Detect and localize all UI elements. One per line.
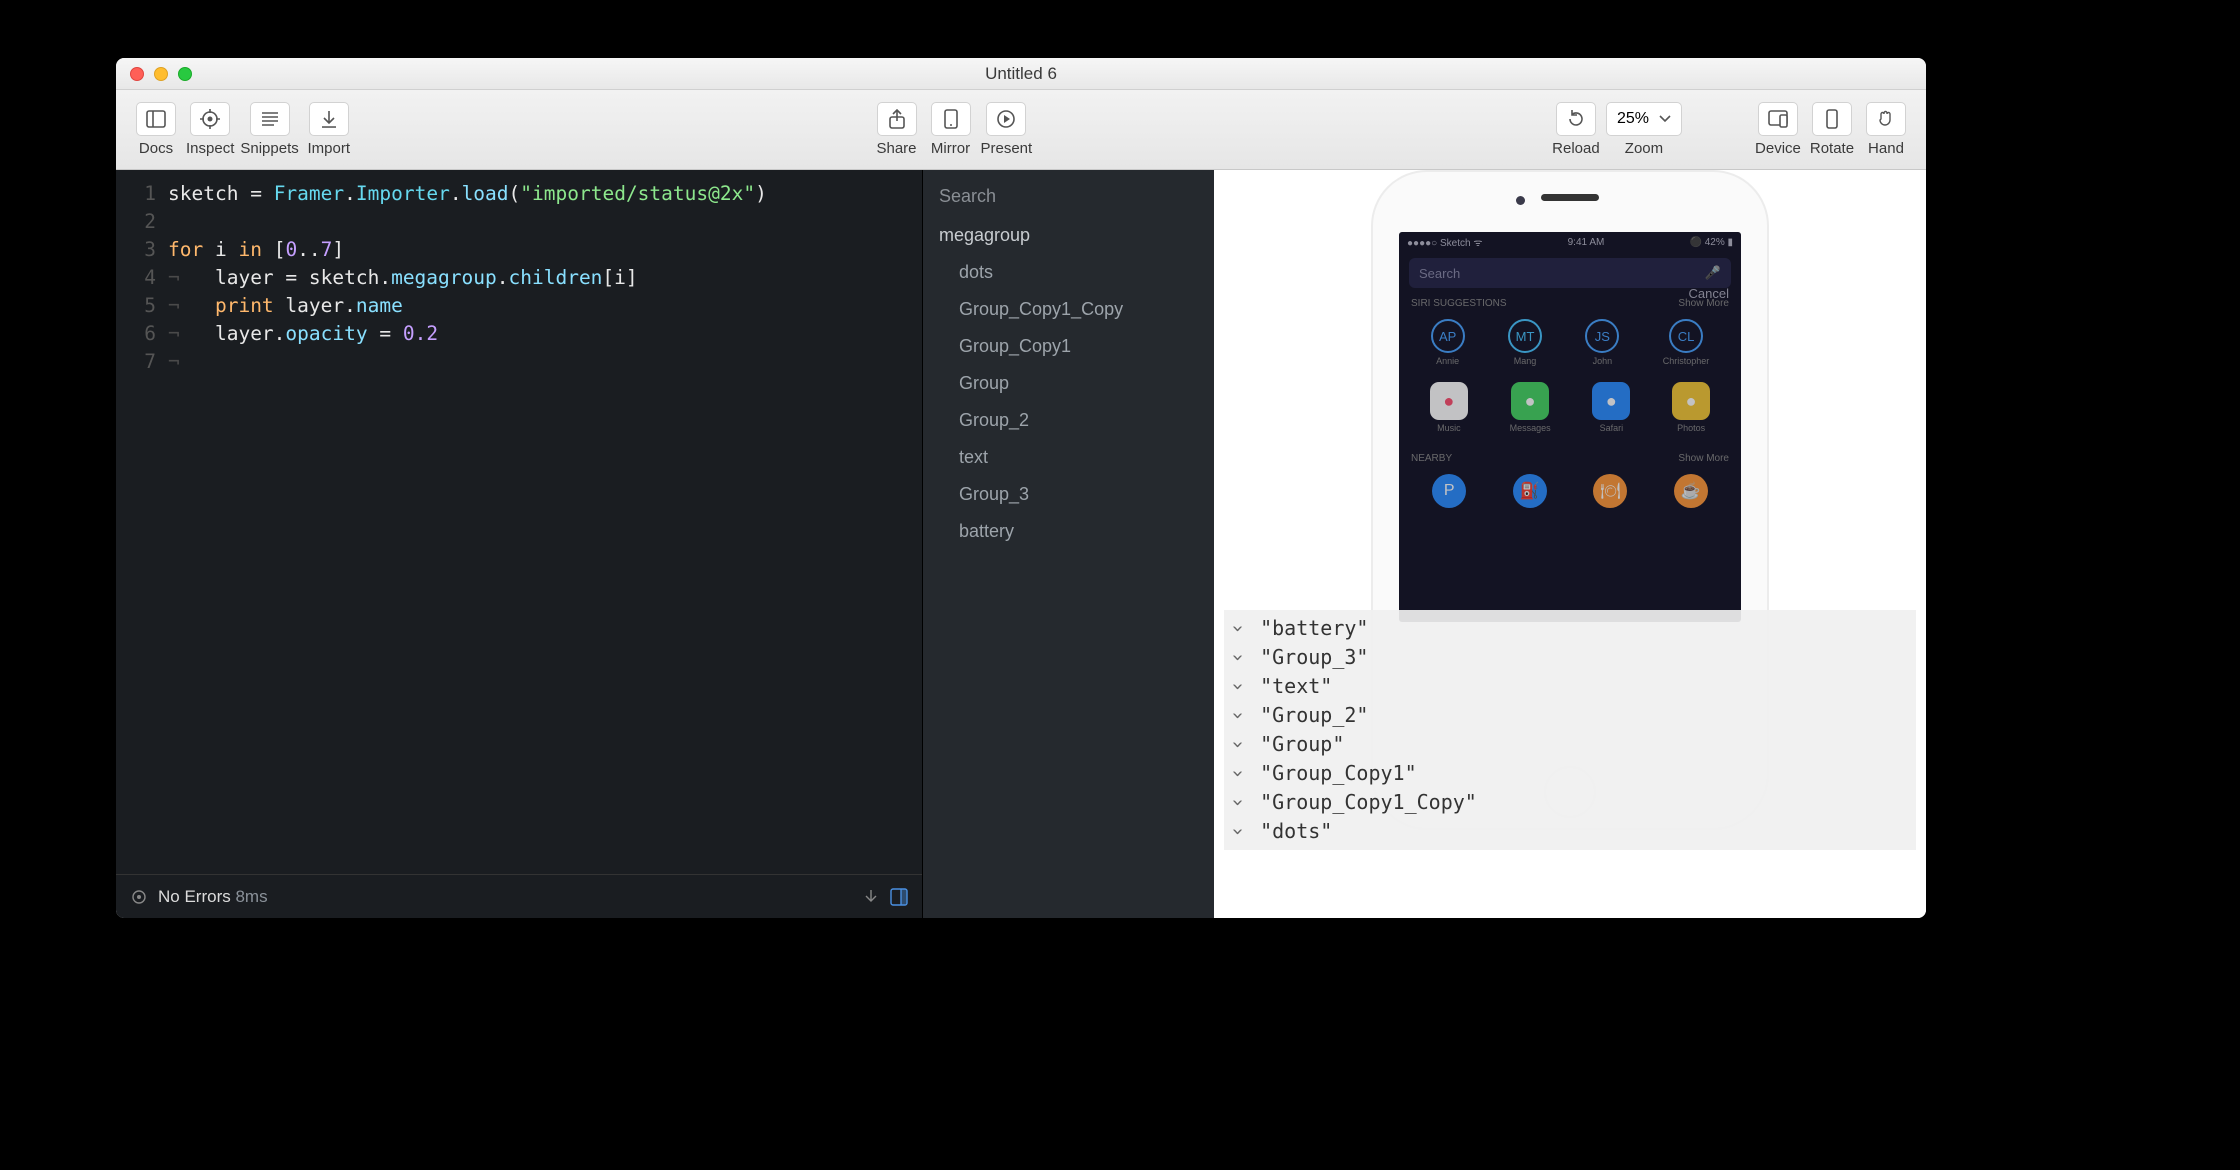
layer-panel: Search megagroup dots Group_Copy1_Copy G… [922, 170, 1214, 918]
titlebar: Untitled 6 [116, 58, 1926, 90]
snippets-button[interactable]: Snippets [240, 102, 298, 157]
console-line: › "Group_3" [1232, 643, 1908, 672]
dim-overlay [1399, 232, 1741, 622]
code-editor[interactable]: 1 2 3 4 5 6 7 sketch = Framer.Importer.l… [116, 170, 922, 918]
layer-search[interactable]: Search [923, 176, 1214, 217]
reload-icon [1566, 109, 1586, 129]
layer-item[interactable]: Group_Copy1 [923, 328, 1214, 365]
toolbar-left: Docs Inspect Snippets Import [132, 102, 353, 157]
device-icon [1768, 110, 1788, 128]
layer-item[interactable]: battery [923, 513, 1214, 550]
present-icon [996, 109, 1016, 129]
toolbar-center: Share Mirror Present [873, 102, 1033, 157]
chevron-down-icon [1659, 115, 1671, 123]
reload-button[interactable]: Reload [1552, 102, 1600, 157]
content: 1 2 3 4 5 6 7 sketch = Framer.Importer.l… [116, 170, 1926, 918]
console-line: › "Group_Copy1" [1232, 759, 1908, 788]
layer-item[interactable]: text [923, 439, 1214, 476]
docs-icon [146, 110, 166, 128]
phone-speaker [1541, 194, 1599, 201]
present-button[interactable]: Present [981, 102, 1033, 157]
layer-item[interactable]: Group_2 [923, 402, 1214, 439]
share-icon [888, 109, 906, 129]
code-lines[interactable]: sketch = Framer.Importer.load("imported/… [168, 180, 922, 874]
download-icon[interactable] [862, 888, 880, 906]
console-line: › "dots" [1232, 817, 1908, 846]
docs-button[interactable]: Docs [132, 102, 180, 157]
hand-button[interactable]: Hand [1862, 102, 1910, 157]
phone-screen[interactable]: ●●●●○ Sketch ᯤ 9:41 AM ⚫ 42% ▮ Search🎤 C… [1399, 232, 1741, 622]
zoom-select[interactable]: 25% Zoom [1606, 102, 1682, 157]
console-line: › "battery" [1232, 614, 1908, 643]
layer-item[interactable]: Group_Copy1_Copy [923, 291, 1214, 328]
console-line: › "Group_Copy1_Copy" [1232, 788, 1908, 817]
import-icon [320, 109, 338, 129]
mirror-button[interactable]: Mirror [927, 102, 975, 157]
layer-item[interactable]: Group [923, 365, 1214, 402]
window-title: Untitled 6 [116, 64, 1926, 84]
hand-icon [1876, 109, 1896, 129]
preview-pane: ●●●●○ Sketch ᯤ 9:41 AM ⚫ 42% ▮ Search🎤 C… [1214, 170, 1926, 918]
mirror-icon [943, 109, 959, 129]
app-window: Untitled 6 Docs Inspect Snippets Import [116, 58, 1926, 918]
rotate-button[interactable]: Rotate [1808, 102, 1856, 157]
import-button[interactable]: Import [305, 102, 353, 157]
panel-icon[interactable] [890, 888, 908, 906]
console-line: › "Group_2" [1232, 701, 1908, 730]
toolbar: Docs Inspect Snippets Import Share [116, 90, 1926, 170]
rotate-icon [1824, 109, 1840, 129]
console-line: › "text" [1232, 672, 1908, 701]
toolbar-right: Reload 25% Zoom Device Rotate Hand [1552, 102, 1910, 157]
phone-camera [1516, 196, 1525, 205]
inspect-button[interactable]: Inspect [186, 102, 234, 157]
target-icon[interactable] [130, 888, 148, 906]
console-line: › "Group" [1232, 730, 1908, 759]
snippets-icon [260, 111, 280, 127]
gutter: 1 2 3 4 5 6 7 [116, 180, 168, 874]
layer-item[interactable]: dots [923, 254, 1214, 291]
share-button[interactable]: Share [873, 102, 921, 157]
layer-root[interactable]: megagroup [923, 217, 1214, 254]
console-output: › "battery"› "Group_3"› "text"› "Group_2… [1224, 610, 1916, 850]
device-button[interactable]: Device [1754, 102, 1802, 157]
layer-item[interactable]: Group_3 [923, 476, 1214, 513]
status-bar: No Errors 8ms [116, 874, 922, 918]
inspect-icon [200, 109, 220, 129]
